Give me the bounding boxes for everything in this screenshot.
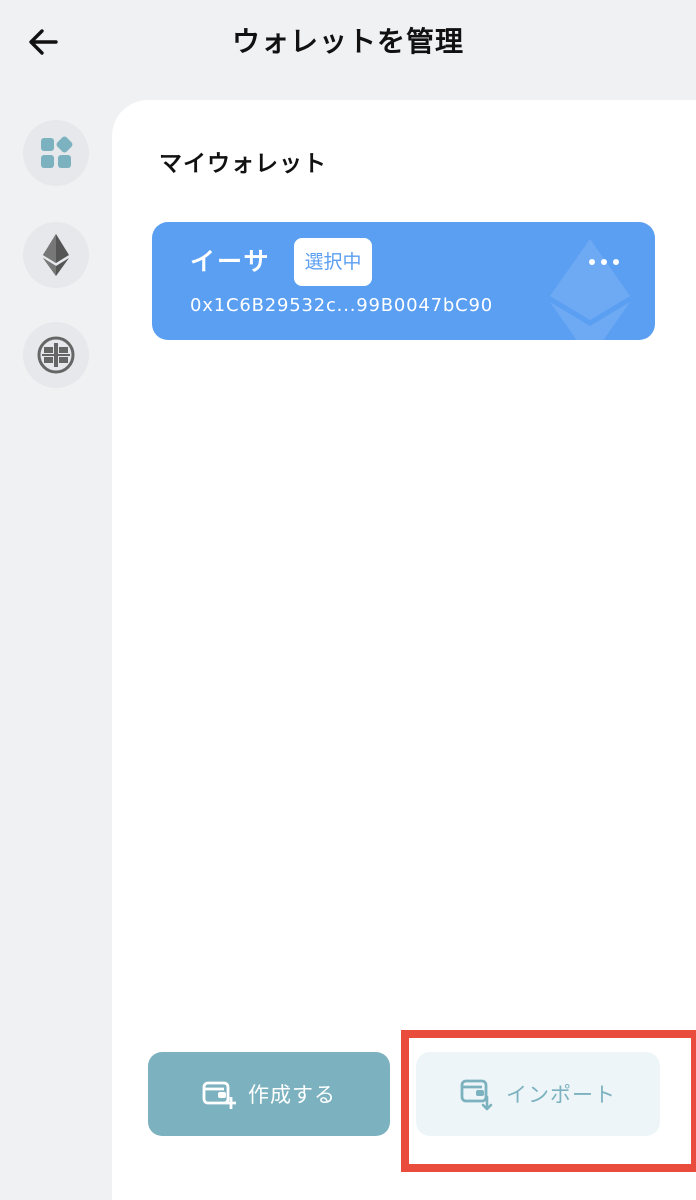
- create-wallet-button[interactable]: 作成する: [148, 1052, 390, 1136]
- header: ウォレットを管理: [0, 0, 696, 96]
- sidebar-item-other-chain[interactable]: [23, 322, 89, 388]
- wallet-address: 0x1C6B29532c...99B0047bC90: [190, 295, 494, 316]
- wallet-list-panel: マイウォレット イーサ 選択中 0x1C6B29532c...99B0047bC…: [112, 100, 696, 1200]
- wallet-import-icon: [460, 1077, 494, 1111]
- chain-sidebar: [0, 96, 112, 1200]
- section-title: マイウォレット: [159, 151, 327, 177]
- wallet-name: イーサ: [190, 247, 271, 276]
- create-wallet-label: 作成する: [248, 1083, 336, 1107]
- import-wallet-label: インポート: [506, 1083, 616, 1107]
- circuit-chain-icon: [37, 336, 75, 374]
- wallet-add-icon: [202, 1079, 236, 1109]
- more-horizontal-icon: [589, 259, 619, 265]
- selected-badge: 選択中: [294, 238, 372, 286]
- wallet-more-button[interactable]: [582, 244, 626, 280]
- wallet-card[interactable]: イーサ 選択中 0x1C6B29532c...99B0047bC90: [152, 222, 655, 340]
- apps-grid-icon: [41, 136, 73, 168]
- sidebar-item-ethereum[interactable]: [23, 222, 89, 288]
- page-title: ウォレットを管理: [231, 25, 464, 58]
- ethereum-icon: [43, 234, 69, 276]
- sidebar-item-all-chains[interactable]: [23, 120, 89, 186]
- import-wallet-button[interactable]: インポート: [416, 1052, 660, 1136]
